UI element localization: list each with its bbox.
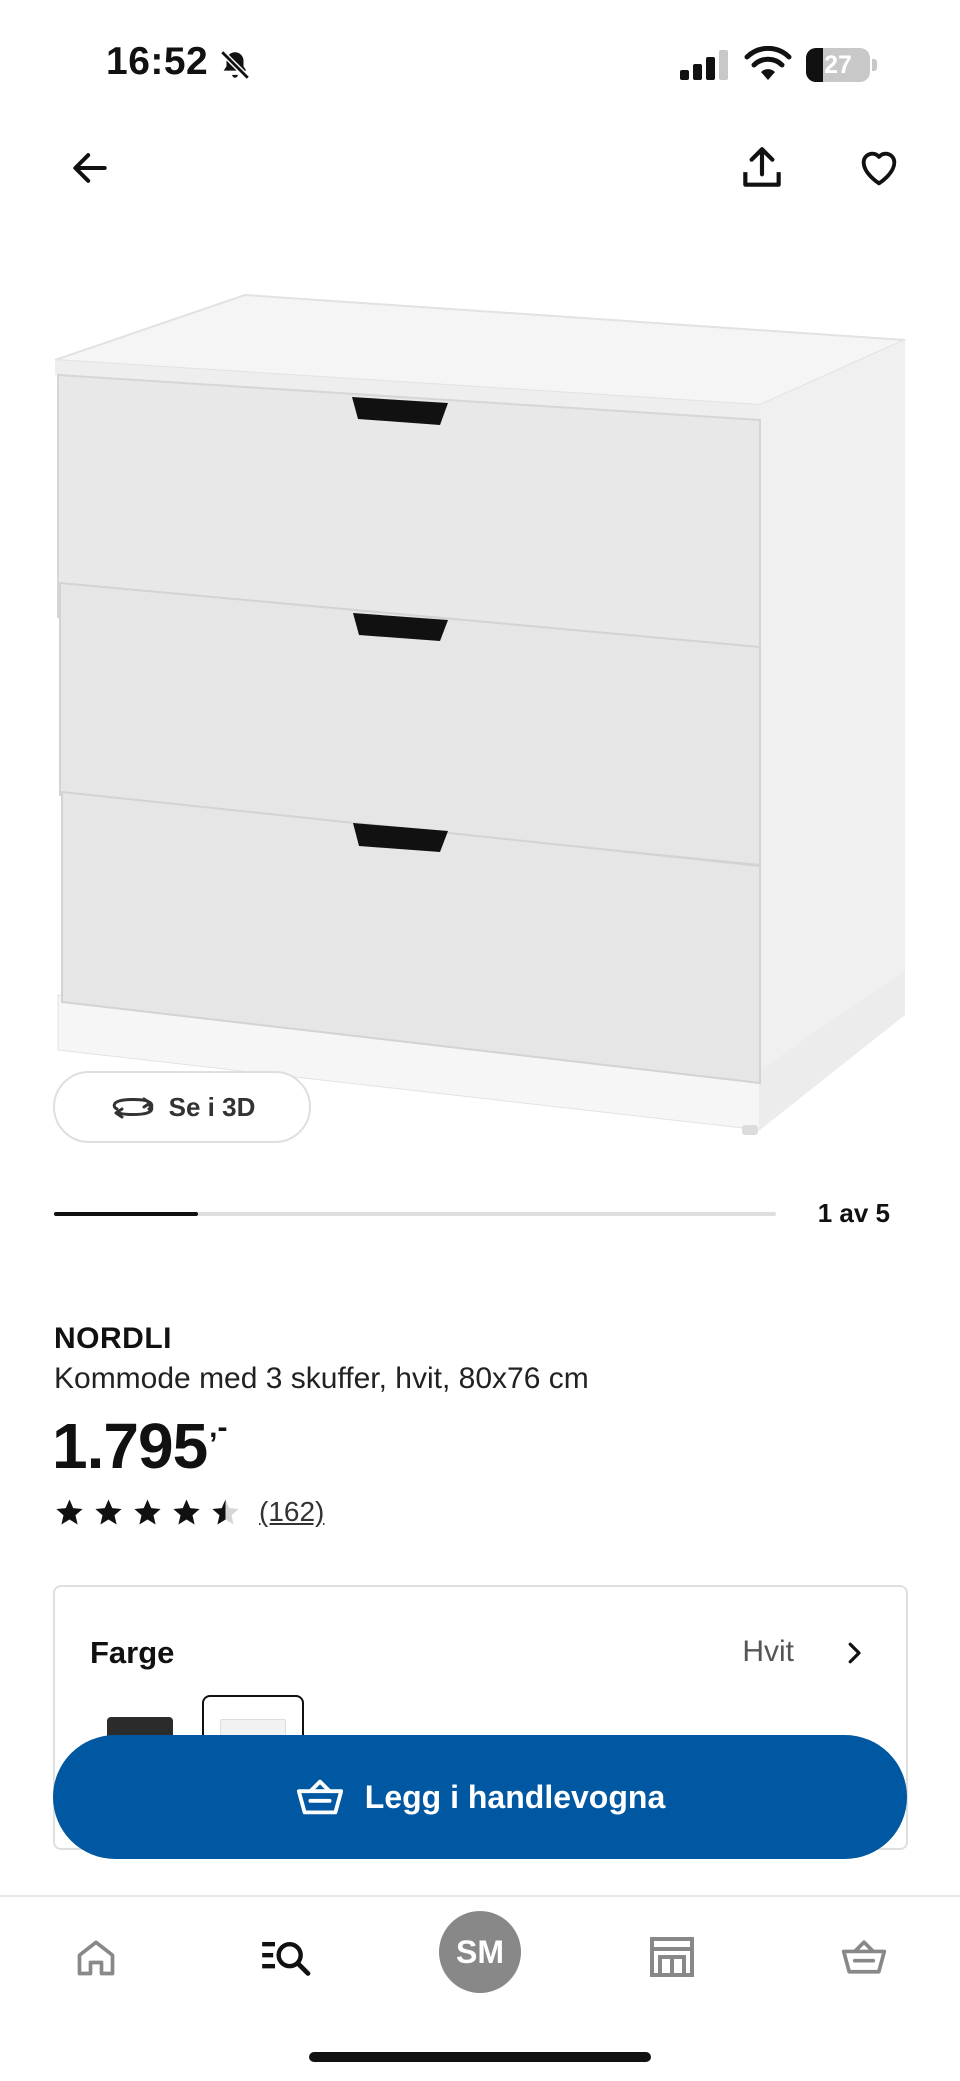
star-icon: [134, 1499, 161, 1525]
add-to-cart-label: Legg i handlevogna: [364, 1778, 666, 1815]
add-to-cart-button[interactable]: Legg i handlevogna: [53, 1735, 907, 1859]
color-label: Farge: [90, 1635, 175, 1670]
arrow-left-icon: [73, 153, 107, 183]
product-name: NORDLI: [54, 1322, 172, 1355]
product-description: Kommode med 3 skuffer, hvit, 80x76 cm: [54, 1362, 589, 1395]
cellular-signal-icon: [680, 50, 728, 80]
battery-tip: [872, 59, 877, 71]
store-icon: [650, 1937, 694, 1977]
home-indicator[interactable]: [309, 2052, 651, 2062]
chevron-right-icon[interactable]: [832, 1631, 876, 1675]
star-icon: [95, 1499, 122, 1525]
rotate-3d-icon: [112, 1097, 153, 1119]
battery-body: 27: [806, 48, 870, 82]
tab-cart[interactable]: [824, 1917, 904, 1997]
product-price: 1.795 ,-: [52, 1408, 227, 1484]
half-star-icon: [212, 1499, 239, 1525]
basket-icon: [841, 1940, 887, 1974]
wifi-icon: [744, 46, 792, 80]
review-count-link[interactable]: (162): [259, 1496, 324, 1528]
bottom-tab-bar: SM: [0, 1895, 960, 2081]
tab-profile-avatar[interactable]: SM: [439, 1911, 521, 1993]
carousel-progress-fill: [54, 1212, 199, 1216]
color-selected-value: Hvit: [742, 1635, 794, 1668]
battery-level: 27: [824, 51, 852, 79]
share-icon: [743, 147, 781, 187]
heart-icon: [861, 151, 897, 186]
view-3d-label: Se i 3D: [168, 1091, 256, 1122]
back-button[interactable]: [54, 132, 126, 204]
carousel-progress[interactable]: [54, 1212, 776, 1216]
battery-icon: 27: [806, 48, 878, 82]
price-amount: 1.795: [52, 1410, 208, 1482]
carousel-counter: 1 av 5: [817, 1198, 890, 1228]
tab-search[interactable]: [246, 1917, 326, 1997]
product-image[interactable]: [40, 280, 920, 1150]
bell-slash-icon: [220, 50, 250, 80]
tab-home[interactable]: [56, 1917, 136, 1997]
share-button[interactable]: [726, 132, 798, 204]
view-3d-button[interactable]: Se i 3D: [53, 1071, 311, 1143]
home-icon: [77, 1940, 115, 1976]
tab-stores[interactable]: [632, 1917, 712, 1997]
star-icon: [56, 1499, 83, 1525]
status-time: 16:52: [106, 40, 209, 83]
star-icon: [173, 1499, 200, 1525]
status-bar: 16:52 27: [0, 0, 960, 130]
price-suffix: ,-: [209, 1411, 228, 1444]
basket-icon: [296, 1779, 343, 1815]
search-list-icon: [262, 1941, 311, 1976]
product-rating[interactable]: (162): [54, 1496, 324, 1528]
favorite-button[interactable]: [843, 132, 915, 204]
